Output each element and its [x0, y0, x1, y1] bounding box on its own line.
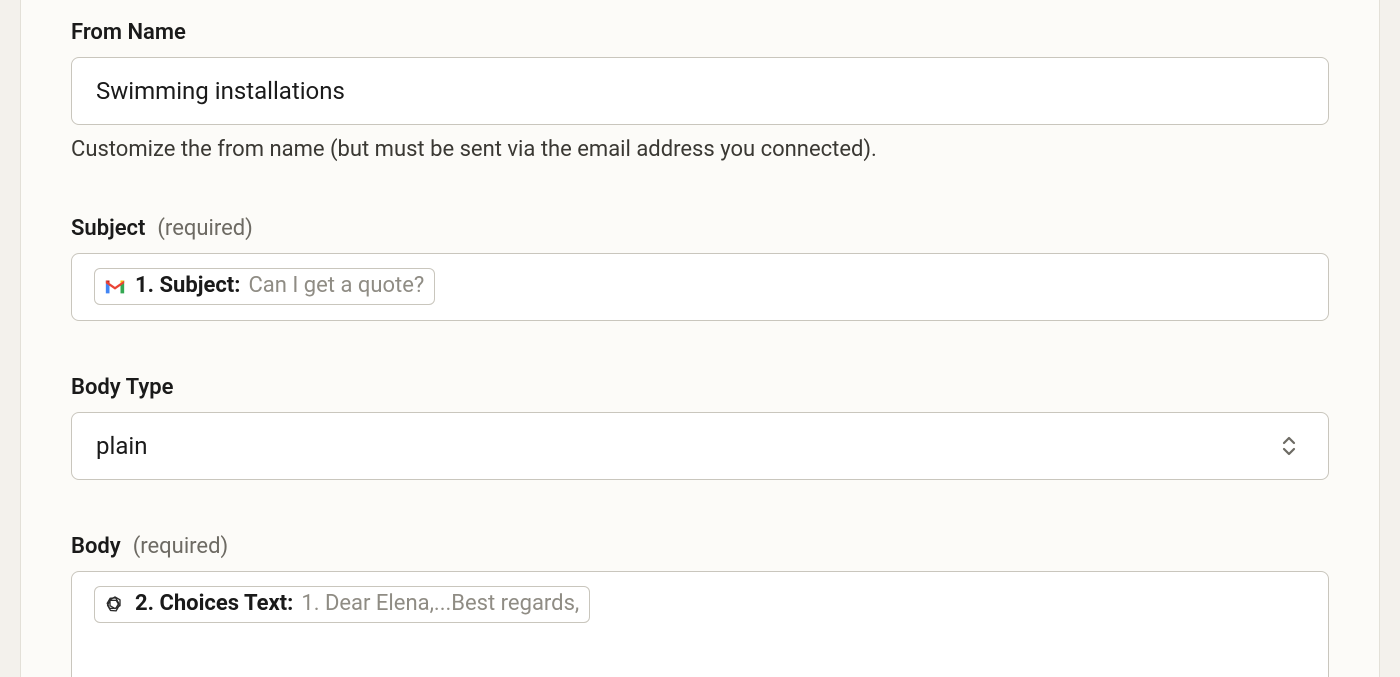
body-token[interactable]: 2. Choices Text: 1. Dear Elena,...Best r… — [94, 586, 590, 623]
from-name-label: From Name — [71, 20, 186, 45]
from-name-input[interactable]: Swimming installations — [71, 57, 1329, 125]
subject-input[interactable]: 1. Subject: Can I get a quote? — [71, 253, 1329, 321]
field-body-type: Body Type plain — [71, 355, 1329, 480]
viewport: From Name Swimming installations Customi… — [0, 0, 1400, 677]
body-required: (required) — [133, 534, 228, 559]
label-row: Subject (required) — [71, 216, 1329, 241]
gmail-icon — [103, 274, 127, 298]
label-row: Body Type — [71, 375, 1329, 400]
body-token-prefix: 2. Choices Text: — [135, 590, 293, 619]
subject-token[interactable]: 1. Subject: Can I get a quote? — [94, 268, 435, 305]
field-from-name: From Name Swimming installations Customi… — [71, 0, 1329, 162]
body-type-label: Body Type — [71, 375, 173, 400]
field-subject: Subject (required) 1. — [71, 196, 1329, 321]
body-type-value: plain — [96, 432, 147, 460]
label-row: Body (required) — [71, 534, 1329, 559]
body-type-select[interactable]: plain — [71, 412, 1329, 480]
from-name-help: Customize the from name (but must be sen… — [71, 137, 1329, 162]
subject-label: Subject — [71, 216, 145, 241]
form-panel: From Name Swimming installations Customi… — [20, 0, 1380, 677]
body-token-value: 1. Dear Elena,...Best regards, — [301, 590, 579, 619]
subject-token-value: Can I get a quote? — [248, 272, 424, 301]
body-label: Body — [71, 534, 121, 559]
openai-icon — [103, 592, 127, 616]
subject-token-prefix: 1. Subject: — [135, 272, 240, 301]
subject-required: (required) — [157, 216, 252, 241]
body-input[interactable]: 2. Choices Text: 1. Dear Elena,...Best r… — [71, 571, 1329, 677]
label-row: From Name — [71, 20, 1329, 45]
field-body: Body (required) 2. Choices Tex — [71, 514, 1329, 677]
chevron-up-down-icon — [1280, 434, 1298, 458]
from-name-value: Swimming installations — [96, 77, 345, 105]
